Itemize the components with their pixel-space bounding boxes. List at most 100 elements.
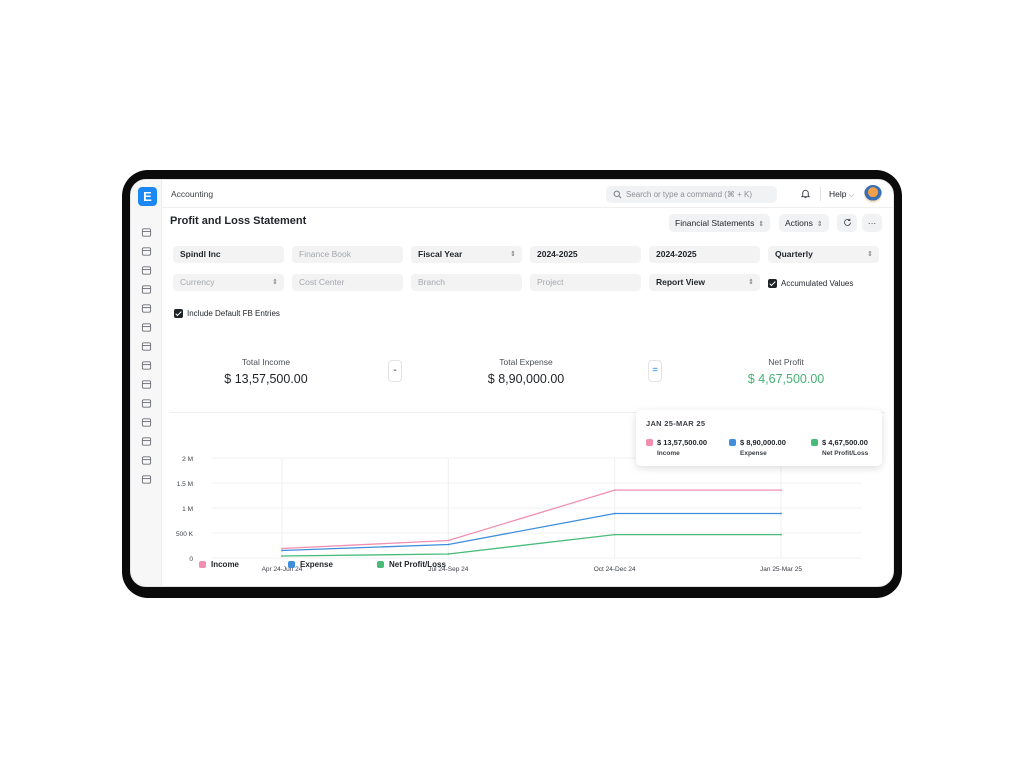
search-icon <box>613 190 622 199</box>
briefcase-icon[interactable] <box>141 265 152 276</box>
report-view-value: Report View <box>656 277 705 287</box>
legend-income[interactable]: Income <box>199 560 239 569</box>
currency-select[interactable]: Currency ⇕ <box>173 274 284 291</box>
y-tick-label: 500 K <box>176 531 194 538</box>
include-default-fb-label: Include Default FB Entries <box>187 309 280 318</box>
y-tick-label: 1 M <box>182 506 193 513</box>
pie-chart-icon[interactable] <box>141 341 152 352</box>
folder-icon[interactable] <box>141 398 152 409</box>
profit-series-point <box>447 553 450 555</box>
sort-caret-icon: ⇕ <box>867 251 873 258</box>
legend-profit-label: Net Profit/Loss <box>389 560 446 569</box>
expense-series-point <box>447 543 450 546</box>
legend-expense[interactable]: Expense <box>288 560 333 569</box>
legend-profit-swatch <box>377 561 384 568</box>
financial-statements-button[interactable]: Financial Statements ⇕ <box>669 214 771 232</box>
legend-expense-swatch <box>288 561 295 568</box>
branch-field[interactable]: Branch <box>411 274 522 291</box>
total-expense-label: Total Expense <box>499 357 553 367</box>
shopping-bag-icon[interactable] <box>141 303 152 314</box>
expense-series-point <box>613 512 616 515</box>
calendar-icon[interactable] <box>141 246 152 257</box>
tools-icon[interactable] <box>141 227 152 238</box>
total-income-value: $ 13,57,500.00 <box>224 372 308 386</box>
actions-label: Actions <box>785 218 813 228</box>
more-icon: ··· <box>867 218 877 228</box>
topbar-divider <box>820 187 821 201</box>
y-tick-label: 0 <box>189 556 193 563</box>
avatar[interactable] <box>864 185 882 203</box>
expense-swatch <box>729 439 736 446</box>
link-icon[interactable] <box>141 455 152 466</box>
database-icon[interactable] <box>141 417 152 428</box>
from-fiscal-year-field[interactable]: 2024-2025 <box>530 246 641 263</box>
search-placeholder: Search or type a command (⌘ + K) <box>626 190 753 199</box>
wallet-icon[interactable] <box>141 284 152 295</box>
chevron-down-icon: ⌵ <box>848 192 855 199</box>
sort-caret-icon: ⇕ <box>816 221 823 228</box>
income-series-line <box>281 489 781 550</box>
to-fiscal-year-field[interactable]: 2024-2025 <box>649 246 760 263</box>
more-button[interactable]: ··· <box>862 214 882 232</box>
tooltip-expense-value: $ 8,90,000.00 <box>740 438 786 447</box>
accumulated-values-checkbox[interactable] <box>768 279 777 288</box>
expense-series-point <box>281 549 283 552</box>
legend-income-swatch <box>199 561 206 568</box>
building-icon[interactable] <box>141 360 152 371</box>
periodicity-select[interactable]: Quarterly ⇕ <box>768 246 879 263</box>
income-series-point <box>613 489 616 492</box>
equals-operator: = <box>648 360 662 382</box>
finance-book-field[interactable]: Finance Book <box>292 246 403 263</box>
financial-statements-label: Financial Statements <box>675 218 755 228</box>
database-icon[interactable] <box>141 436 152 447</box>
breadcrumb[interactable]: Accounting <box>171 189 213 199</box>
periodicity-value: Quarterly <box>775 249 813 259</box>
include-default-fb-checkbox[interactable] <box>174 309 183 318</box>
sort-caret-icon: ⇕ <box>758 221 765 228</box>
headset-icon[interactable] <box>141 474 152 485</box>
tooltip-income-value: $ 13,57,500.00 <box>657 438 708 447</box>
project-field[interactable]: Project <box>530 274 641 291</box>
income-series-point <box>780 489 782 492</box>
profit-swatch <box>811 439 818 446</box>
income-swatch <box>646 439 653 446</box>
legend-income-label: Income <box>211 560 240 569</box>
refresh-button[interactable] <box>837 214 857 232</box>
sidebar: E <box>131 180 162 586</box>
net-profit-label: Net Profit <box>768 357 804 367</box>
page-title: Profit and Loss Statement <box>170 215 307 227</box>
sort-caret-icon: ⇕ <box>748 279 754 286</box>
profit-series-point <box>613 533 616 536</box>
company-field[interactable]: Spindl Inc <box>173 246 284 263</box>
tooltip-income-name: Income <box>657 450 680 457</box>
currency-placeholder: Currency <box>180 277 215 287</box>
cost-center-field[interactable]: Cost Center <box>292 274 403 291</box>
legend-profit[interactable]: Net Profit/Loss <box>377 560 446 569</box>
y-tick-label: 1.5 M <box>177 481 193 488</box>
period-type-select[interactable]: Fiscal Year ⇕ <box>411 246 522 263</box>
actions-button[interactable]: Actions ⇕ <box>779 214 829 232</box>
cube-icon[interactable] <box>141 322 152 333</box>
bell-icon[interactable] <box>800 188 811 199</box>
report-view-select[interactable]: Report View ⇕ <box>649 274 760 291</box>
income-series-point <box>447 539 450 542</box>
income-series-point <box>281 547 283 550</box>
app-logo[interactable]: E <box>138 187 157 206</box>
chart-tooltip: JAN 25-MAR 25 $ 13,57,500.00 Income $ 8,… <box>636 410 882 466</box>
main-area: Accounting Search or type a command (⌘ +… <box>162 180 893 586</box>
profit-series-point <box>281 555 283 557</box>
total-income-label: Total Income <box>241 357 291 367</box>
x-tick-label: Jan 25-Mar 25 <box>760 566 802 573</box>
shield-icon[interactable] <box>141 379 152 390</box>
help-menu[interactable]: Help ⌵ <box>829 189 854 200</box>
refresh-icon <box>843 218 851 226</box>
minus-operator: - <box>388 360 402 382</box>
help-label: Help <box>829 189 847 199</box>
y-tick-label: 2 M <box>182 456 193 463</box>
legend-expense-label: Expense <box>300 560 333 569</box>
search-input[interactable]: Search or type a command (⌘ + K) <box>606 186 777 203</box>
x-tick-label: Oct 24-Dec 24 <box>594 566 636 573</box>
profit-series-point <box>780 533 782 536</box>
total-expense-value: $ 8,90,000.00 <box>487 372 565 386</box>
tooltip-expense-name: Expense <box>740 450 767 457</box>
